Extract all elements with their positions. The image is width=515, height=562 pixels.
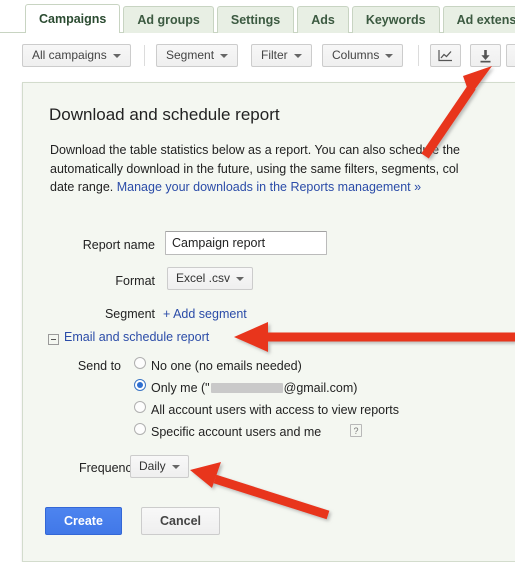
reports-management-link[interactable]: Manage your downloads in the Reports man… xyxy=(117,180,421,194)
send-to-label: Send to xyxy=(77,359,121,373)
tab-bar: Campaigns Ad groups Settings Ads Keyword… xyxy=(0,0,515,34)
radio-label-only-me: Only me (" @gmail.com) xyxy=(151,381,357,395)
chevron-down-icon xyxy=(236,276,245,281)
toolbar-divider xyxy=(144,45,145,66)
tab-settings[interactable]: Settings xyxy=(216,6,295,33)
frequency-label: Frequency xyxy=(78,461,138,475)
report-name-label: Report name xyxy=(82,238,155,252)
all-campaigns-dropdown[interactable]: All campaigns xyxy=(22,44,131,67)
download-icon xyxy=(480,49,491,62)
toolbar: All campaigns Segment Filter Columns xyxy=(0,33,515,78)
radio-label-all-account-users: All account users with access to view re… xyxy=(151,403,400,417)
dialog-description: Download the table statistics below as a… xyxy=(50,141,515,197)
chevron-down-icon xyxy=(293,53,302,58)
tab-ad-extensions[interactable]: Ad extensions xyxy=(442,6,515,33)
help-icon[interactable]: ? xyxy=(350,424,362,437)
segment-row-label: Segment xyxy=(104,307,155,321)
extra-toolbar-button[interactable] xyxy=(506,44,515,67)
segment-label: Segment xyxy=(166,48,215,62)
radio-no-one[interactable] xyxy=(134,357,146,369)
filter-dropdown[interactable]: Filter xyxy=(251,44,312,67)
radio-only-me[interactable] xyxy=(134,379,146,391)
toolbar-divider xyxy=(418,45,419,66)
chevron-down-icon xyxy=(385,53,394,58)
frequency-value: Daily xyxy=(139,459,166,473)
description-line-2: automatically download in the future, us… xyxy=(50,161,459,176)
radio-all-account-users[interactable] xyxy=(134,401,146,413)
columns-label: Columns xyxy=(332,48,380,62)
format-value: Excel .csv xyxy=(176,271,231,285)
email-section-toggle[interactable] xyxy=(48,334,59,345)
frequency-dropdown[interactable]: Daily xyxy=(130,455,189,478)
tab-list: Campaigns Ad groups Settings Ads Keyword… xyxy=(25,4,515,34)
only-me-prefix: Only me (" xyxy=(151,381,210,395)
format-dropdown[interactable]: Excel .csv xyxy=(167,267,254,290)
redacted-email xyxy=(210,383,283,393)
columns-dropdown[interactable]: Columns xyxy=(322,44,404,67)
tab-ad-groups[interactable]: Ad groups xyxy=(123,6,214,33)
chart-view-button[interactable] xyxy=(430,44,461,67)
cancel-button[interactable]: Cancel xyxy=(141,507,220,535)
download-report-button[interactable] xyxy=(470,44,501,67)
line-chart-icon xyxy=(438,50,452,62)
email-schedule-section-link[interactable]: Email and schedule report xyxy=(64,330,209,344)
description-line-1: Download the table statistics below as a… xyxy=(50,143,460,157)
all-campaigns-label: All campaigns xyxy=(32,48,107,62)
tab-ads[interactable]: Ads xyxy=(297,6,349,33)
format-label: Format xyxy=(115,274,155,288)
tab-campaigns[interactable]: Campaigns xyxy=(25,4,121,34)
radio-specific-users[interactable] xyxy=(134,423,146,435)
only-me-suffix: @gmail.com) xyxy=(283,381,358,395)
chevron-down-icon xyxy=(171,464,180,469)
radio-label-specific-users: Specific account users and me xyxy=(151,425,322,439)
chevron-down-icon xyxy=(220,53,229,58)
download-schedule-dialog: Download and schedule report Download th… xyxy=(22,82,515,562)
segment-dropdown[interactable]: Segment xyxy=(156,44,239,67)
filter-label: Filter xyxy=(261,48,288,62)
dialog-title: Download and schedule report xyxy=(49,105,280,124)
description-line-3-prefix: date range. xyxy=(50,180,117,194)
report-name-input[interactable] xyxy=(165,231,327,255)
tab-keywords[interactable]: Keywords xyxy=(351,6,440,33)
create-button[interactable]: Create xyxy=(45,507,122,535)
radio-label-no-one: No one (no emails needed) xyxy=(151,359,302,373)
chevron-down-icon xyxy=(112,53,121,58)
add-segment-link[interactable]: + Add segment xyxy=(163,307,247,321)
